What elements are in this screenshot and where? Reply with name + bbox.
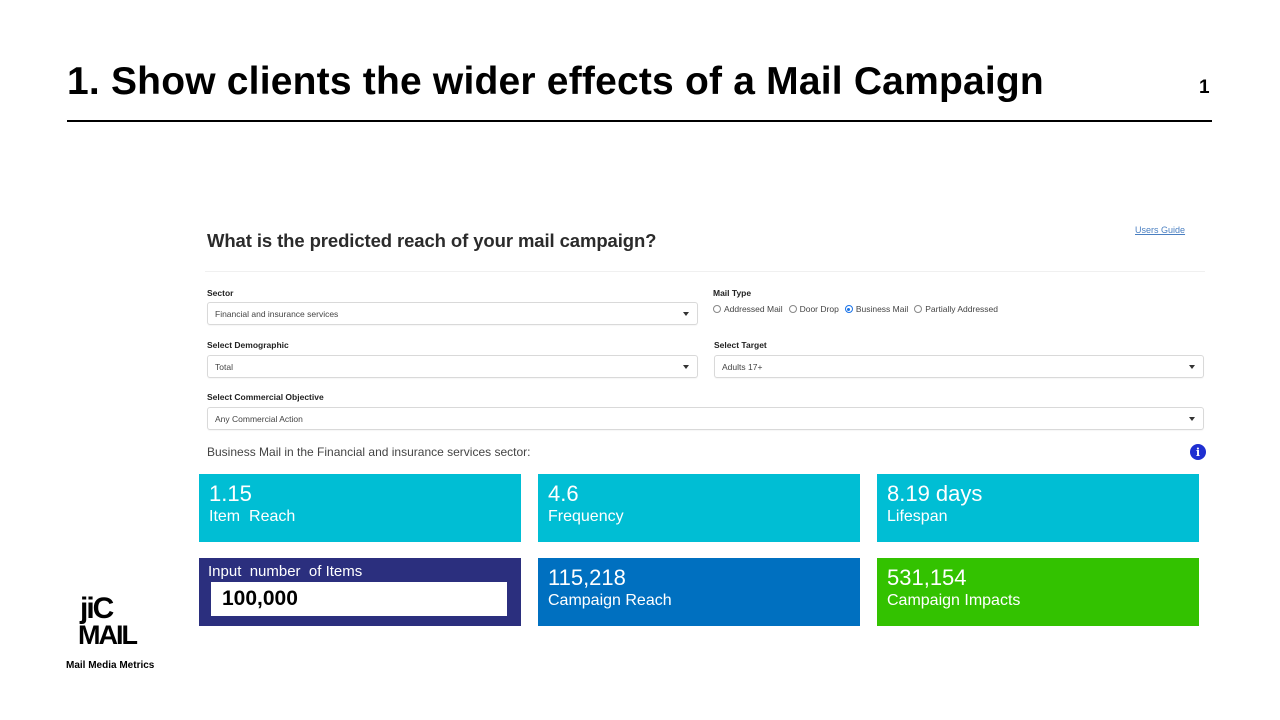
target-value: Adults 17+ <box>722 361 763 372</box>
objective-select[interactable]: Any Commercial Action <box>207 407 1204 430</box>
chevron-down-icon <box>1189 365 1195 369</box>
campaign-reach-label: Campaign Reach <box>548 592 672 609</box>
target-label: Select Target <box>714 340 767 350</box>
sector-label: Sector <box>207 288 234 298</box>
items-count-input[interactable] <box>211 582 507 616</box>
campaign-impacts-label: Campaign Impacts <box>887 592 1021 609</box>
slide-title: 1. Show clients the wider effects of a M… <box>67 60 1044 103</box>
summary-text: Business Mail in the Financial and insur… <box>207 445 531 459</box>
chevron-down-icon <box>683 365 689 369</box>
radio-door-drop[interactable]: Door Drop <box>788 304 839 314</box>
info-icon[interactable]: i <box>1190 444 1206 460</box>
target-select[interactable]: Adults 17+ <box>714 355 1204 378</box>
mail-type-radio-group: Addressed Mail Door Drop Business Mail P… <box>713 304 998 314</box>
demographic-value: Total <box>215 361 233 372</box>
radio-addressed-mail[interactable]: Addressed Mail <box>713 304 783 314</box>
input-items-label: Input number of Items <box>208 563 363 580</box>
chevron-down-icon <box>683 312 689 316</box>
lifespan-tile: 8.19 days Lifespan <box>877 474 1199 542</box>
item-reach-value: 1.15 <box>209 481 252 506</box>
users-guide-link[interactable]: Users Guide <box>1135 225 1185 235</box>
radio-label: Partially Addressed <box>925 304 999 314</box>
item-reach-label: Item Reach <box>209 508 296 525</box>
campaign-impacts-value: 531,154 <box>887 565 967 590</box>
radio-button[interactable] <box>713 305 721 313</box>
campaign-reach-tile: 115,218 Campaign Reach <box>538 558 860 626</box>
radio-button-checked[interactable] <box>844 305 853 313</box>
radio-button[interactable] <box>788 305 797 313</box>
title-divider <box>67 120 1212 122</box>
app-divider <box>205 271 1205 272</box>
lifespan-label: Lifespan <box>887 508 948 525</box>
objective-value: Any Commercial Action <box>215 413 303 424</box>
sector-select[interactable]: Financial and insurance services <box>207 302 698 325</box>
item-reach-tile: 1.15 Item Reach <box>199 474 521 542</box>
demographic-select[interactable]: Total <box>207 355 698 378</box>
radio-button[interactable] <box>914 305 923 313</box>
frequency-tile: 4.6 Frequency <box>538 474 860 542</box>
mail-type-label: Mail Type <box>713 288 752 298</box>
frequency-label: Frequency <box>548 508 624 525</box>
sector-value: Financial and insurance services <box>215 308 339 319</box>
radio-partially-addressed[interactable]: Partially Addressed <box>914 304 998 314</box>
lifespan-value: 8.19 days <box>887 481 983 506</box>
logo-tagline: Mail Media Metrics <box>66 660 155 671</box>
radio-business-mail[interactable]: Business Mail <box>844 304 909 314</box>
frequency-value: 4.6 <box>548 481 579 506</box>
campaign-impacts-tile: 531,154 Campaign Impacts <box>877 558 1199 626</box>
radio-label: Door Drop <box>799 304 839 314</box>
objective-label: Select Commercial Objective <box>207 392 324 402</box>
logo-mail-text: MAIL <box>78 620 138 650</box>
input-items-tile: Input number of Items <box>199 558 521 626</box>
slide-page-number: 1 <box>1199 77 1210 98</box>
campaign-reach-value: 115,218 <box>548 565 626 590</box>
logo-jic-text: jiC <box>80 592 114 625</box>
demographic-label: Select Demographic <box>207 340 289 350</box>
chevron-down-icon <box>1189 417 1195 421</box>
radio-label: Addressed Mail <box>724 304 783 314</box>
radio-label: Business Mail <box>855 304 909 314</box>
app-heading: What is the predicted reach of your mail… <box>207 230 657 251</box>
